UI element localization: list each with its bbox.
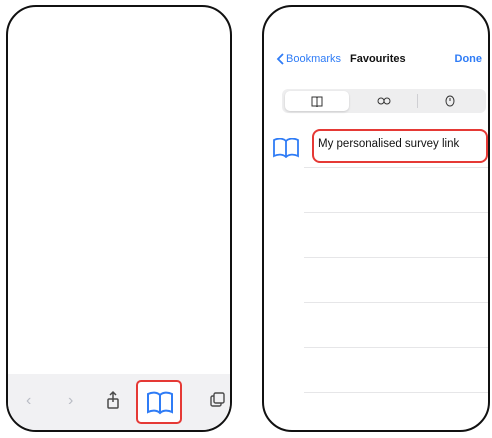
page-title: Favourites bbox=[350, 53, 406, 65]
chevron-left-icon[interactable]: ‹ bbox=[26, 392, 31, 410]
safari-toolbar: ‹ › bbox=[8, 374, 230, 430]
done-button[interactable]: Done bbox=[455, 53, 483, 65]
segmented-control bbox=[282, 89, 486, 113]
row-separator bbox=[304, 392, 488, 393]
navigation-bar: Bookmarks Favourites Done bbox=[264, 7, 488, 83]
reading-list-icon bbox=[377, 97, 391, 105]
row-separator bbox=[304, 302, 488, 303]
back-label: Bookmarks bbox=[286, 53, 342, 65]
book-icon bbox=[273, 138, 299, 158]
bookmark-row[interactable]: My personalised survey link bbox=[264, 129, 488, 165]
tab-bookmarks[interactable] bbox=[285, 91, 349, 111]
tabs-icon[interactable] bbox=[210, 392, 226, 408]
row-separator bbox=[304, 257, 488, 258]
book-icon bbox=[311, 96, 323, 107]
chevron-left-icon bbox=[276, 53, 284, 65]
history-icon bbox=[445, 95, 455, 107]
row-separator bbox=[304, 347, 488, 348]
back-button[interactable]: Bookmarks bbox=[276, 53, 341, 65]
book-icon bbox=[147, 391, 173, 415]
share-icon[interactable] bbox=[105, 390, 121, 410]
tab-reading-list[interactable] bbox=[352, 91, 416, 111]
phone-bookmarks: Bookmarks Favourites Done My personalise… bbox=[262, 5, 490, 432]
chevron-right-icon[interactable]: › bbox=[68, 392, 73, 410]
row-separator bbox=[304, 212, 488, 213]
phone-browser: ‹ › bbox=[6, 5, 232, 432]
tab-history[interactable] bbox=[418, 91, 482, 111]
bookmarks-button[interactable] bbox=[136, 380, 182, 424]
row-separator bbox=[304, 167, 488, 168]
bookmark-label: My personalised survey link bbox=[318, 138, 460, 150]
